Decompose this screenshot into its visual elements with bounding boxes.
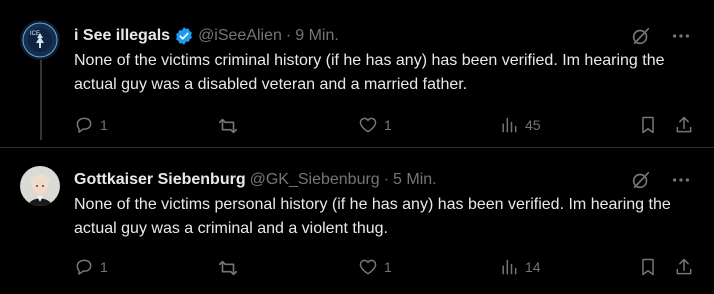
share-button[interactable] — [674, 115, 700, 135]
post-header: i See illegals @iSeeAlien · 9 Min. — [74, 25, 339, 47]
share-icon — [676, 116, 692, 133]
post-2[interactable]: Gottkaiser Siebenburg @GK_Siebenburg · 5… — [0, 148, 714, 294]
view-count: 45 — [525, 117, 541, 133]
like-button[interactable]: 1 — [358, 115, 392, 135]
reply-count: 1 — [100, 117, 108, 133]
share-icon — [676, 258, 692, 275]
views-icon — [502, 259, 517, 275]
bookmark-button[interactable] — [638, 257, 664, 277]
reply-count: 1 — [100, 259, 108, 275]
repost-icon — [218, 260, 238, 276]
like-count: 1 — [384, 259, 392, 275]
repost-button[interactable] — [217, 115, 245, 137]
reply-icon — [76, 259, 92, 275]
avatar[interactable]: ICE — [20, 20, 60, 60]
post-actions: 1 1 14 — [74, 257, 694, 279]
heart-icon — [359, 117, 377, 133]
share-button[interactable] — [674, 257, 700, 277]
post-timestamp[interactable]: 9 Min. — [295, 27, 339, 45]
grok-icon[interactable] — [630, 169, 652, 191]
post-timestamp[interactable]: 5 Min. — [393, 171, 437, 189]
author-name[interactable]: Gottkaiser Siebenburg — [74, 171, 246, 189]
bookmark-icon — [642, 258, 654, 276]
like-button[interactable]: 1 — [358, 257, 392, 277]
repost-button[interactable] — [217, 257, 245, 279]
post-text: None of the victims criminal history (if… — [74, 52, 665, 93]
views-button[interactable]: 14 — [499, 257, 541, 277]
views-button[interactable]: 45 — [499, 115, 541, 135]
reply-icon — [76, 117, 92, 133]
bookmark-icon — [642, 116, 654, 134]
grok-icon[interactable] — [630, 25, 652, 47]
verified-badge-icon[interactable] — [174, 26, 194, 46]
like-count: 1 — [384, 117, 392, 133]
more-options-icon[interactable] — [670, 25, 692, 47]
author-handle[interactable]: @iSeeAlien — [198, 27, 282, 45]
reply-button[interactable]: 1 — [74, 257, 108, 277]
author-name[interactable]: i See illegals — [74, 27, 170, 45]
reply-button[interactable]: 1 — [74, 115, 108, 135]
repost-icon — [218, 118, 238, 134]
views-icon — [502, 117, 517, 133]
separator-dot: · — [285, 27, 292, 44]
post-header: Gottkaiser Siebenburg @GK_Siebenburg · 5… — [74, 169, 437, 191]
author-handle[interactable]: @GK_Siebenburg — [250, 171, 380, 189]
post-text: None of the victims personal history (if… — [74, 196, 671, 237]
post-1[interactable]: ICE i See illegals @iSeeAlien · 9 Min. N… — [0, 0, 714, 148]
heart-icon — [359, 259, 377, 275]
anime-avatar-icon — [20, 166, 60, 206]
avatar[interactable] — [20, 166, 60, 206]
post-actions: 1 1 45 — [74, 115, 694, 137]
separator-dot: · — [383, 171, 390, 188]
view-count: 14 — [525, 259, 541, 275]
more-options-icon[interactable] — [670, 169, 692, 191]
bookmark-button[interactable] — [638, 115, 664, 135]
ice-logo-avatar-icon: ICE — [20, 20, 60, 60]
